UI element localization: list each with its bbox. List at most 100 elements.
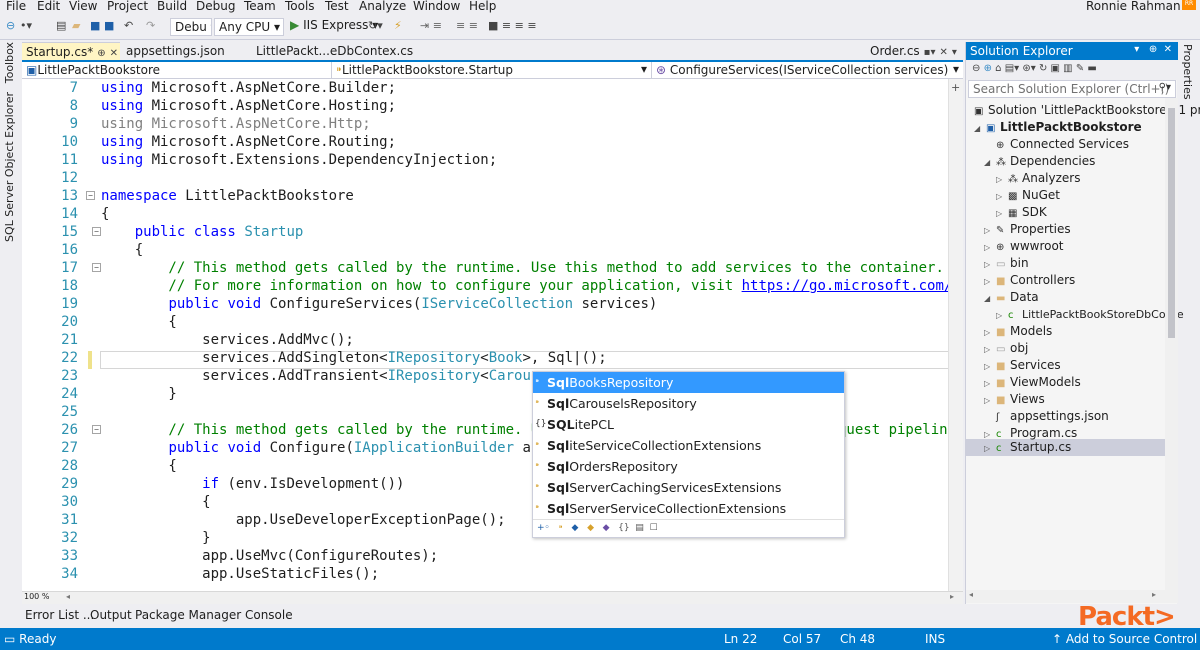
scrollbar-thumb[interactable]: [1168, 108, 1175, 338]
add-to-source-control-button[interactable]: ↑ Add to Source Control ▴: [1052, 632, 1200, 646]
menu-view[interactable]: View: [69, 0, 97, 13]
user-badge-icon[interactable]: RR: [1182, 0, 1196, 10]
tree-item-views[interactable]: ▷ ■ Views: [984, 391, 1184, 408]
tree-item-viewmodels[interactable]: ▷ ■ ViewModels: [984, 374, 1184, 391]
expand-right-icon[interactable]: ▷: [984, 324, 996, 341]
forward-icon[interactable]: •▾: [20, 19, 32, 32]
expand-right-icon[interactable]: ▷: [984, 375, 996, 392]
tree-item-solution[interactable]: ▣ Solution 'LittlePacktBookstore' (1 pr: [974, 102, 1200, 119]
show-all-files-icon[interactable]: ▥: [1063, 63, 1072, 74]
solution-explorer-search-input[interactable]: Search Solution Explorer (Ctrl+;) ⚲▾: [968, 80, 1176, 98]
tree-item-bin[interactable]: ▷ ▭ bin: [984, 255, 1184, 272]
refresh-icon[interactable]: ↻▾: [368, 19, 383, 32]
completion-item[interactable]: ⁍ SqlServerCachingServicesExtensions: [533, 477, 844, 498]
fold-toggle[interactable]: −: [86, 191, 95, 200]
new-project-icon[interactable]: ▤: [56, 19, 66, 32]
project-dropdown[interactable]: ▣LittlePacktBookstore: [22, 62, 332, 79]
run-button[interactable]: ▶ IIS Express ▾: [290, 18, 378, 32]
tree-item-services[interactable]: ▷ ■ Services: [984, 357, 1184, 374]
step-icon[interactable]: ⇥ ≡: [420, 19, 442, 32]
open-icon[interactable]: ▰: [72, 19, 80, 32]
bookmark-icon[interactable]: ■ ≡ ≡ ≡: [488, 19, 537, 32]
expand-right-icon[interactable]: ▷: [984, 341, 996, 358]
expand-right-icon[interactable]: ▷: [984, 392, 996, 409]
scroll-right-icon[interactable]: ▸: [1152, 590, 1156, 599]
pin-icon[interactable]: ⊕: [1149, 44, 1157, 55]
home-icon[interactable]: ⌂: [995, 63, 1001, 74]
menu-window[interactable]: Window: [413, 0, 460, 13]
search-icon[interactable]: ⚲▾: [1159, 82, 1171, 93]
completion-item[interactable]: ⁍ SqlBooksRepository: [533, 372, 844, 393]
tab-package-manager-console[interactable]: Package Manager Console: [135, 608, 293, 622]
filter-keyword-icon[interactable]: ☐: [650, 523, 658, 533]
close-icon[interactable]: ✕: [939, 47, 947, 58]
expand-right-icon[interactable]: ▷: [984, 273, 996, 290]
pending-changes-icon[interactable]: ⊛▾: [1022, 63, 1035, 74]
scroll-left-icon[interactable]: ◂: [66, 592, 70, 601]
tab-list-icon[interactable]: ▾: [952, 47, 957, 58]
tree-item-data[interactable]: ◢ ▬ Data: [984, 289, 1184, 306]
tree-item-startup-cs[interactable]: ▷ c Startup.cs: [984, 439, 1184, 456]
completion-item[interactable]: ⁍ SqliteServiceCollectionExtensions: [533, 435, 844, 456]
completion-item[interactable]: {} SQLitePCL: [533, 414, 844, 435]
tab-order-cs[interactable]: Order.cs ▪▾ ✕ ▾: [870, 42, 957, 60]
dropdown-icon[interactable]: ▾: [1134, 44, 1139, 55]
filter-enum-icon[interactable]: ◆: [603, 523, 610, 533]
configuration-select[interactable]: Debu ▾: [170, 18, 212, 36]
expand-down-icon[interactable]: ◢: [974, 120, 986, 137]
expand-right-icon[interactable]: ▷: [996, 188, 1008, 205]
tree-item-obj[interactable]: ▷ ▭ obj: [984, 340, 1184, 357]
fold-toggle[interactable]: −: [92, 425, 101, 434]
preview-icon[interactable]: ▬: [1087, 63, 1096, 74]
completion-item[interactable]: ⁍ SqlCarouselsRepository: [533, 393, 844, 414]
back-icon[interactable]: ⊖: [972, 63, 980, 74]
member-dropdown[interactable]: ⊛ ConfigureServices(IServiceCollection s…: [652, 62, 963, 79]
close-icon[interactable]: ✕: [1164, 44, 1172, 55]
split-icon[interactable]: +: [951, 81, 960, 94]
menu-build[interactable]: Build: [157, 0, 187, 13]
expand-right-icon[interactable]: ▷: [996, 307, 1008, 324]
solution-explorer-vertical-scrollbar[interactable]: [1165, 98, 1178, 590]
menu-analyze[interactable]: Analyze: [359, 0, 406, 13]
completion-item[interactable]: ⁍ SqlOrdersRepository: [533, 456, 844, 477]
menu-tools[interactable]: Tools: [285, 0, 315, 13]
user-name[interactable]: Ronnie Rahman: [1086, 0, 1181, 13]
editor-vertical-scrollbar[interactable]: +: [948, 79, 963, 591]
filter-struct-icon[interactable]: ◆: [572, 523, 579, 533]
menu-test[interactable]: Test: [325, 0, 349, 13]
save-all-icon[interactable]: ■: [104, 19, 114, 32]
pin-icon[interactable]: ▪▾: [924, 47, 936, 58]
expand-down-icon[interactable]: ◢: [984, 154, 996, 171]
tab-error-list[interactable]: Error List ...: [25, 608, 94, 622]
fold-toggle[interactable]: −: [92, 227, 101, 236]
menu-help[interactable]: Help: [469, 0, 496, 13]
tree-item-controllers[interactable]: ▷ ■ Controllers: [984, 272, 1184, 289]
sync-icon[interactable]: ↻: [1039, 63, 1047, 74]
filter-snippet-icon[interactable]: ▤: [635, 523, 644, 533]
menu-project[interactable]: Project: [107, 0, 148, 13]
platform-select[interactable]: Any CPU ▾: [214, 18, 284, 36]
filter-class-icon[interactable]: ⁍: [558, 523, 563, 533]
properties-icon[interactable]: ✎: [1076, 63, 1084, 74]
menu-team[interactable]: Team: [244, 0, 276, 13]
filter-braces-icon[interactable]: {}: [618, 523, 629, 533]
filter-interface-icon[interactable]: ◆: [587, 523, 594, 533]
tab-appsettings-json[interactable]: appsettings.json: [122, 42, 242, 60]
expand-down-icon[interactable]: ◢: [984, 290, 996, 307]
filter-namespace-icon[interactable]: +◦: [537, 523, 550, 533]
undo-icon[interactable]: ↶: [124, 19, 133, 32]
expand-right-icon[interactable]: ▷: [996, 171, 1008, 188]
tree-item-wwwroot[interactable]: ▷ ⊕ wwwroot: [984, 238, 1184, 255]
tree-item-dependencies[interactable]: ◢ ⁂ Dependencies: [984, 153, 1184, 170]
zoom-level[interactable]: 100 %: [24, 592, 49, 601]
tab-startup-cs[interactable]: Startup.cs* ⊕ ✕: [22, 42, 120, 60]
forward-icon[interactable]: ⊕: [984, 63, 992, 74]
expand-right-icon[interactable]: ▷: [984, 239, 996, 256]
expand-right-icon[interactable]: ▷: [984, 358, 996, 375]
menu-edit[interactable]: Edit: [37, 0, 60, 13]
properties-tab[interactable]: Properties: [1181, 44, 1194, 100]
tree-item-models[interactable]: ▷ ■ Models: [984, 323, 1184, 340]
editor-horizontal-scrollbar[interactable]: 100 % ◂ ▸: [22, 591, 963, 604]
sql-server-object-explorer-tab[interactable]: SQL Server Object Explorer: [3, 92, 16, 242]
back-icon[interactable]: ⊖: [6, 19, 15, 32]
